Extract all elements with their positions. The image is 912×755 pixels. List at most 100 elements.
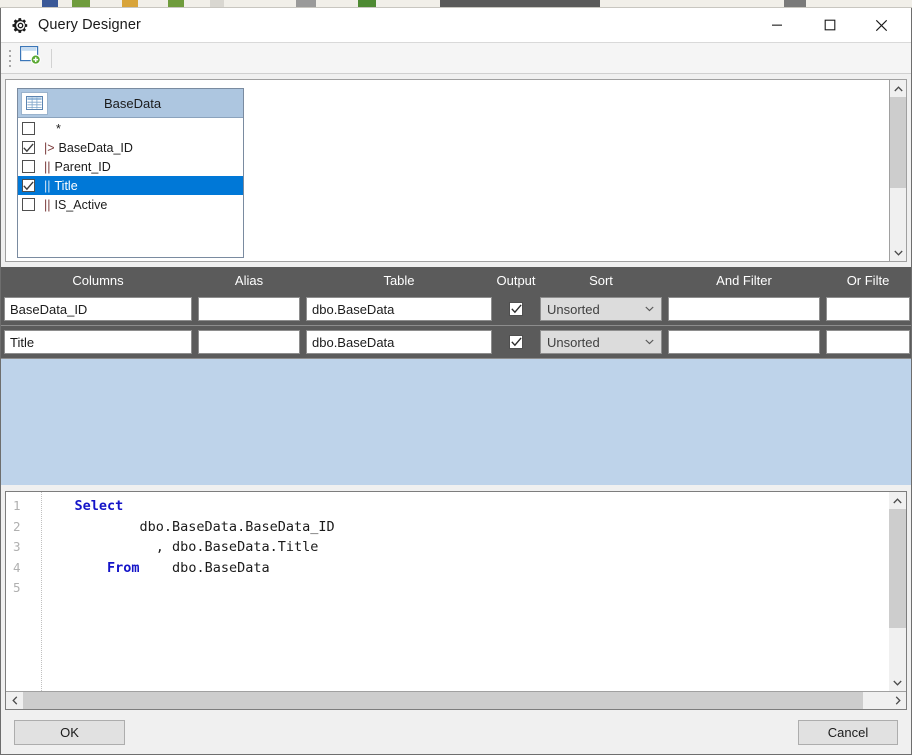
grid-cell-orfilter[interactable] xyxy=(826,330,910,354)
scroll-thumb[interactable] xyxy=(890,97,906,189)
scroll-thumb[interactable] xyxy=(889,509,906,628)
field-name: BaseData_ID xyxy=(58,140,133,155)
table-grid-icon xyxy=(21,91,48,115)
table-field-row[interactable]: |> BaseData_ID xyxy=(18,138,243,157)
scroll-track[interactable] xyxy=(890,97,906,244)
grid-header-alias[interactable]: Alias xyxy=(195,273,303,288)
table-field-row[interactable]: || Title xyxy=(18,176,243,195)
sql-editor-main: 1 2 3 4 5 Select dbo.BaseData.BaseData_ID , … xyxy=(6,492,906,691)
grid-header-andfilter[interactable]: And Filter xyxy=(665,273,823,288)
ok-button[interactable]: OK xyxy=(14,719,125,745)
grid-header-output[interactable]: Output xyxy=(495,273,537,288)
grid-cell-columns[interactable]: BaseData_ID xyxy=(4,297,192,321)
table-node-header[interactable]: BaseData xyxy=(18,89,243,118)
field-name: * xyxy=(56,121,61,136)
sort-dropdown[interactable]: Unsorted xyxy=(540,330,662,354)
sql-line-number: 1 xyxy=(13,498,21,513)
field-checkbox[interactable] xyxy=(22,198,35,211)
check-icon xyxy=(23,180,34,190)
table-field-row[interactable]: || Parent_ID xyxy=(18,157,243,176)
grid-cell-orfilter[interactable] xyxy=(826,297,910,321)
close-icon xyxy=(875,19,887,31)
grid-row[interactable]: Title dbo.BaseData Unsorted xyxy=(1,326,911,359)
sql-vertical-scrollbar[interactable] xyxy=(889,492,906,691)
scroll-down-button[interactable] xyxy=(890,244,906,261)
chevron-down-icon xyxy=(893,680,902,686)
grid-cell-table[interactable]: dbo.BaseData xyxy=(306,330,492,354)
scroll-right-button[interactable] xyxy=(889,692,906,709)
scroll-track[interactable] xyxy=(889,509,906,674)
sql-horizontal-scrollbar[interactable] xyxy=(6,691,906,709)
check-icon xyxy=(510,337,522,347)
sql-line-number: 4 xyxy=(13,559,21,575)
output-checkbox[interactable] xyxy=(498,335,534,349)
query-designer-window: Query Designer BaseData * |> BaseData_ID… xyxy=(0,8,912,755)
field-checkbox[interactable] xyxy=(22,141,35,154)
grid-body[interactable]: BaseData_ID dbo.BaseData Unsorted Title dbo.… xyxy=(1,293,911,485)
grid-header-columns[interactable]: Columns xyxy=(1,273,195,288)
diagram-canvas[interactable]: BaseData * |> BaseData_ID || Parent_ID || Titl… xyxy=(5,79,890,262)
field-checkbox[interactable] xyxy=(22,160,35,173)
grid-cell-table[interactable]: dbo.BaseData xyxy=(306,297,492,321)
grid-column-headers: Columns Alias Table Output Sort And Filter Or … xyxy=(1,267,911,293)
table-field-row[interactable]: || IS_Active xyxy=(18,195,243,214)
sql-editor-pane: 1 2 3 4 5 Select dbo.BaseData.BaseData_ID , … xyxy=(5,491,907,710)
field-checkbox[interactable] xyxy=(22,179,35,192)
scroll-up-button[interactable] xyxy=(890,80,906,97)
diagram-vertical-scrollbar[interactable] xyxy=(890,79,907,262)
minimize-button[interactable] xyxy=(754,8,800,42)
dialog-footer: OK Cancel xyxy=(1,710,911,754)
grid-cell-alias[interactable] xyxy=(198,330,300,354)
close-button[interactable] xyxy=(858,8,904,42)
scroll-left-button[interactable] xyxy=(6,692,23,709)
sql-line-number: 3 xyxy=(13,539,21,554)
grid-header-table[interactable]: Table xyxy=(303,273,495,288)
grid-header-sort[interactable]: Sort xyxy=(537,273,665,288)
bg-ribbon-fragment xyxy=(72,0,90,7)
field-name: IS_Active xyxy=(54,197,108,212)
sql-keyword: From xyxy=(107,559,140,576)
scroll-up-button[interactable] xyxy=(889,492,906,509)
scroll-track[interactable] xyxy=(23,692,889,709)
field-name: Title xyxy=(54,178,78,193)
sql-line-number: 5 xyxy=(13,580,21,595)
table-field-list: * |> BaseData_ID || Parent_ID || Title || IS_Act… xyxy=(18,118,243,257)
bg-ribbon-fragment xyxy=(358,0,376,7)
sort-dropdown[interactable]: Unsorted xyxy=(540,297,662,321)
field-checkbox[interactable] xyxy=(22,122,35,135)
chevron-down-icon xyxy=(641,339,657,345)
bg-ribbon-fragment xyxy=(122,0,138,7)
maximize-icon xyxy=(824,19,836,31)
table-node-basedata[interactable]: BaseData * |> BaseData_ID || Parent_ID || Titl… xyxy=(17,88,244,258)
output-checkbox[interactable] xyxy=(498,302,534,316)
sql-code-line: From dbo.BaseData xyxy=(107,559,270,576)
chevron-right-icon xyxy=(895,696,901,705)
sql-code[interactable]: Select dbo.BaseData.BaseData_ID , dbo.Ba… xyxy=(42,492,889,691)
add-table-button[interactable] xyxy=(16,45,44,71)
table-field-row[interactable]: * xyxy=(18,119,243,138)
bg-ribbon-fragment xyxy=(296,0,316,7)
sql-line-number: 2 xyxy=(13,518,21,534)
bg-ribbon-fragment xyxy=(784,0,806,7)
grid-cell-andfilter[interactable] xyxy=(668,297,820,321)
column-marker-icon: || xyxy=(44,197,51,212)
grid-row[interactable]: BaseData_ID dbo.BaseData Unsorted xyxy=(1,293,911,326)
check-icon xyxy=(510,304,522,314)
scroll-down-button[interactable] xyxy=(889,674,906,691)
grid-cell-andfilter[interactable] xyxy=(668,330,820,354)
column-marker-icon: || xyxy=(44,178,51,193)
drag-grip-icon[interactable] xyxy=(5,48,14,68)
bg-ribbon-fragment xyxy=(440,0,600,7)
sql-keyword: Select xyxy=(74,498,124,514)
chevron-down-icon xyxy=(893,250,903,256)
grid-header-orfilter[interactable]: Or Filte xyxy=(823,273,911,288)
scroll-thumb[interactable] xyxy=(23,692,864,709)
grid-cell-alias[interactable] xyxy=(198,297,300,321)
maximize-button[interactable] xyxy=(807,8,853,42)
sql-code-line: Select xyxy=(42,496,889,517)
cancel-button[interactable]: Cancel xyxy=(798,719,898,745)
grid-cell-columns[interactable]: Title xyxy=(4,330,192,354)
sql-text-area[interactable]: 1 2 3 4 5 Select dbo.BaseData.BaseData_ID , … xyxy=(6,492,889,691)
field-name: Parent_ID xyxy=(54,159,111,174)
title-bar: Query Designer xyxy=(1,8,911,42)
